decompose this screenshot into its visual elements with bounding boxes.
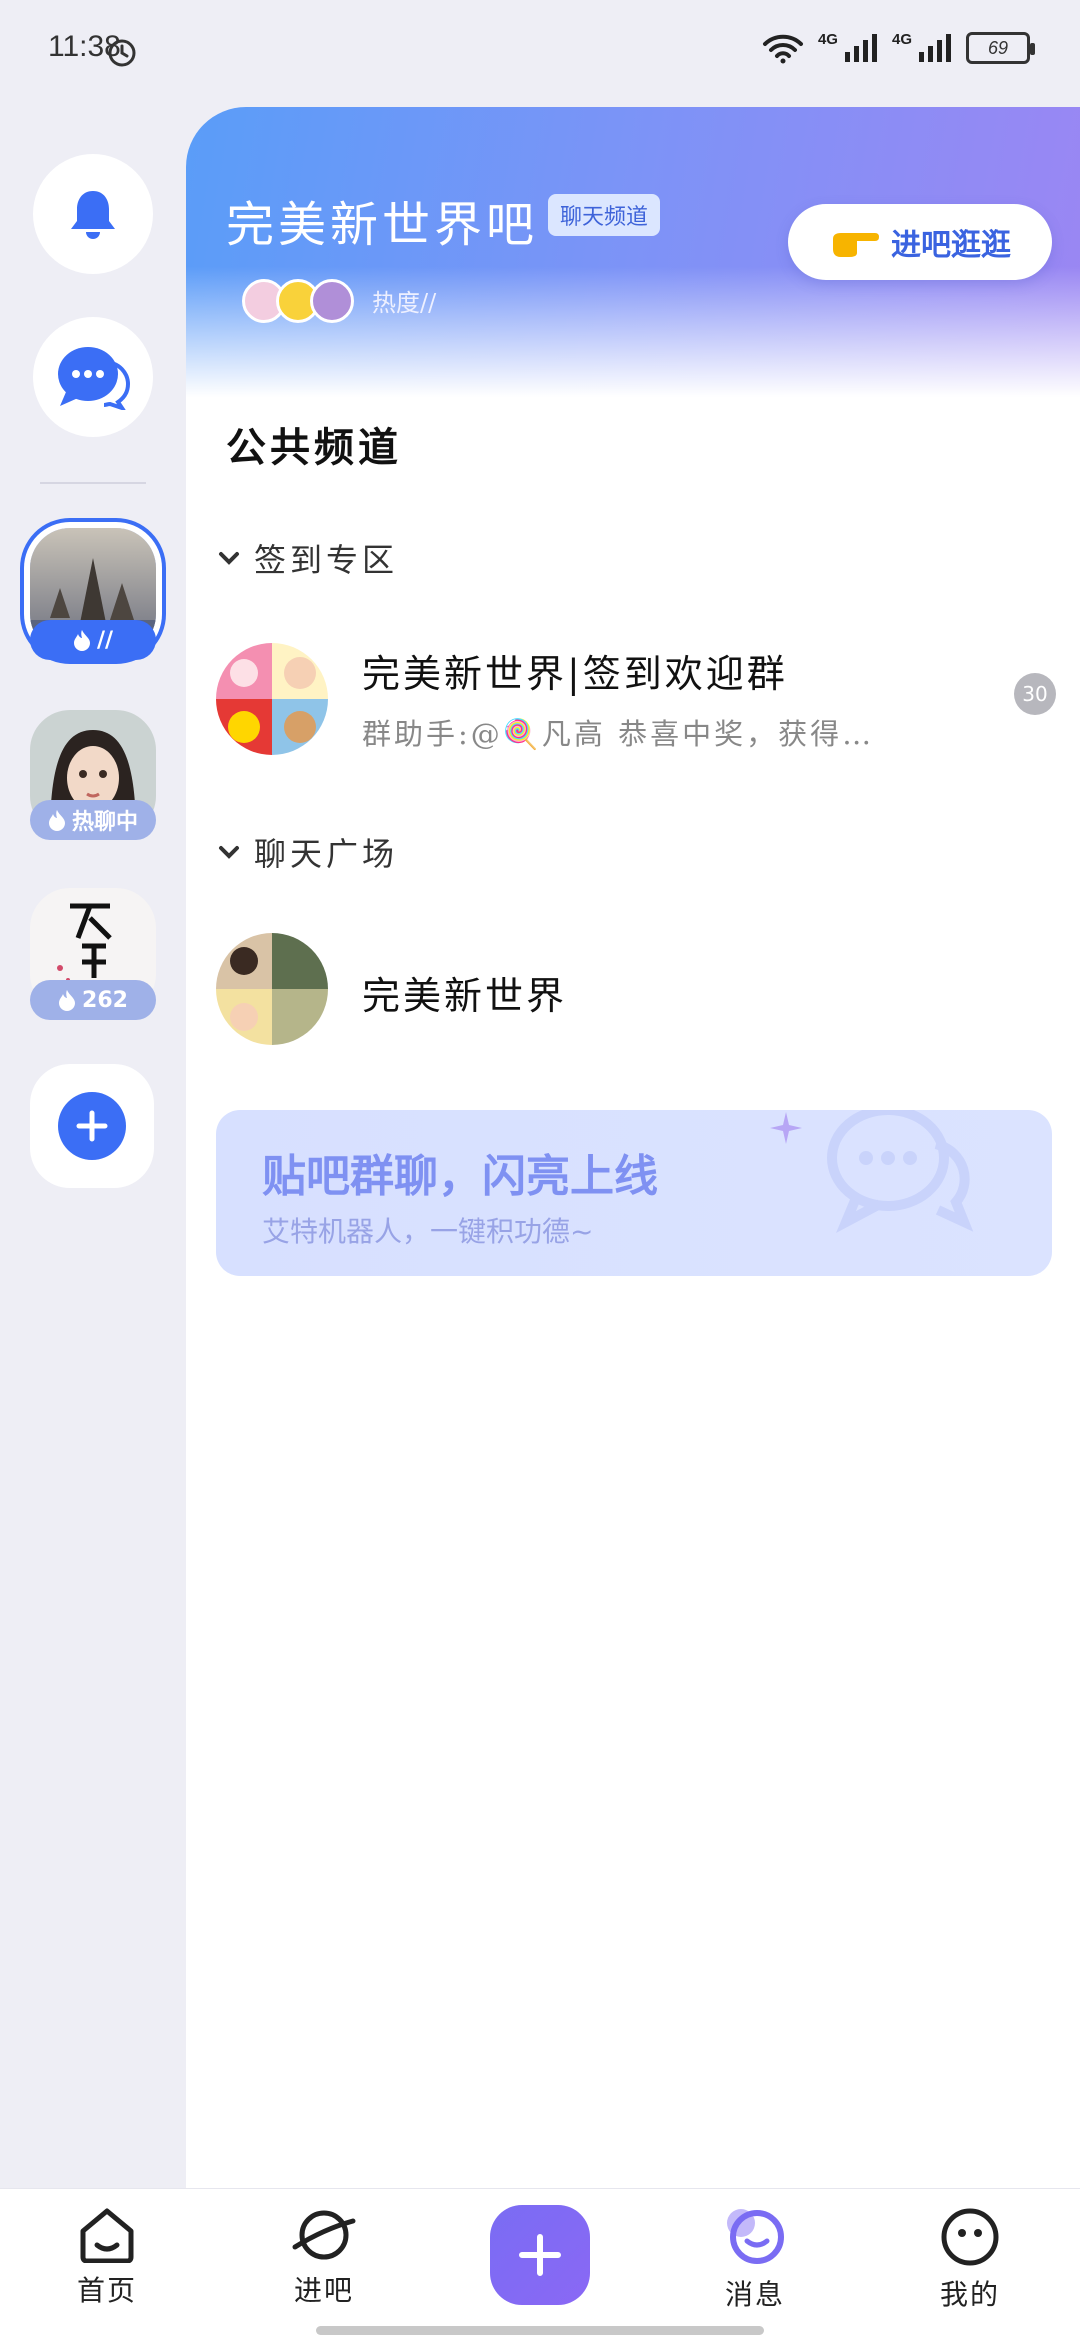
promo-banner[interactable]: 贴吧群聊，闪亮上线 艾特机器人，一键积功德~ <box>216 1110 1052 1276</box>
plus-icon <box>519 2234 561 2276</box>
home-indicator[interactable] <box>316 2326 764 2335</box>
member-avatar <box>310 279 354 323</box>
flame-icon <box>48 810 65 831</box>
nav-messages[interactable]: 消息 <box>685 2207 825 2313</box>
flame-icon <box>73 630 90 651</box>
home-icon <box>80 2208 134 2263</box>
group-header-signin[interactable]: 签到专区 <box>218 535 398 581</box>
profile-face-icon <box>941 2208 999 2266</box>
server-heat-badge: // <box>30 620 156 660</box>
signal-icon <box>844 34 877 62</box>
server-heat-badge: 热聊中 <box>30 800 156 840</box>
group-header-chat-square[interactable]: 聊天广场 <box>218 829 398 875</box>
create-post-button[interactable] <box>490 2205 590 2305</box>
battery-indicator: 69 <box>966 32 1035 64</box>
section-title: 公共频道 <box>226 424 402 471</box>
visit-forum-button[interactable]: 进吧逛逛 <box>788 204 1052 280</box>
add-server-button[interactable] <box>30 1064 154 1188</box>
chevron-down-icon <box>219 552 239 565</box>
chat-bubble-icon <box>58 347 130 410</box>
channel-type-tag: 聊天频道 <box>548 194 661 236</box>
signal-icon <box>919 34 951 62</box>
unread-count-badge: 30 <box>1014 673 1056 715</box>
notifications-button[interactable] <box>33 154 153 274</box>
promo-title: 贴吧群聊，闪亮上线 <box>262 1151 658 1202</box>
plus-icon <box>58 1092 126 1160</box>
nav-profile[interactable]: 我的 <box>900 2207 1040 2313</box>
promo-subtitle: 艾特机器人，一键积功德~ <box>262 1215 594 1248</box>
network-type-label: 4G <box>891 30 912 48</box>
channel-avatar <box>216 643 328 755</box>
channel-avatar <box>216 933 328 1045</box>
bottom-navigation: 首页 进吧 消息 我的 <box>0 2188 1080 2340</box>
channel-panel: 完美新世界吧 聊天频道 热度// 进吧逛逛 公共频道 签到专区 完美新世界|签到… <box>186 107 1080 2188</box>
server-rail: // 热聊中 262 <box>0 100 186 2188</box>
network-type-label: 4G <box>817 30 838 48</box>
channel-name: 完美新世界|签到欢迎群 <box>362 652 788 696</box>
message-icon <box>727 2209 784 2264</box>
bell-icon <box>71 191 115 239</box>
chevron-down-icon <box>219 846 239 859</box>
alarm-clock-icon <box>108 39 136 67</box>
nav-home[interactable]: 首页 <box>37 2207 177 2309</box>
wifi-icon <box>762 34 803 64</box>
member-avatars <box>242 279 354 323</box>
channel-name: 完美新世界 <box>362 974 568 1018</box>
channel-row[interactable]: 完美新世界 <box>216 933 1056 1053</box>
server-heat-badge: 262 <box>30 980 156 1020</box>
sparkle-icon <box>770 1112 802 1144</box>
direct-messages-button[interactable] <box>33 317 153 437</box>
pointing-hand-icon <box>833 233 879 257</box>
channel-last-message: 群助手:@🍭凡高 恭喜中奖，获得… <box>362 717 875 751</box>
rail-divider <box>40 482 146 484</box>
nav-forums[interactable]: 进吧 <box>254 2207 394 2309</box>
flame-icon <box>59 990 76 1011</box>
status-bar: 11:38 4G 4G 69 <box>0 0 1080 100</box>
chat-bubble-watermark-icon <box>827 1110 974 1233</box>
planet-icon <box>292 2210 356 2260</box>
heat-label: 热度// <box>372 289 437 317</box>
page-title: 完美新世界吧 <box>226 197 539 253</box>
channel-row[interactable]: 完美新世界|签到欢迎群 群助手:@🍭凡高 恭喜中奖，获得… 30 <box>216 643 1056 763</box>
